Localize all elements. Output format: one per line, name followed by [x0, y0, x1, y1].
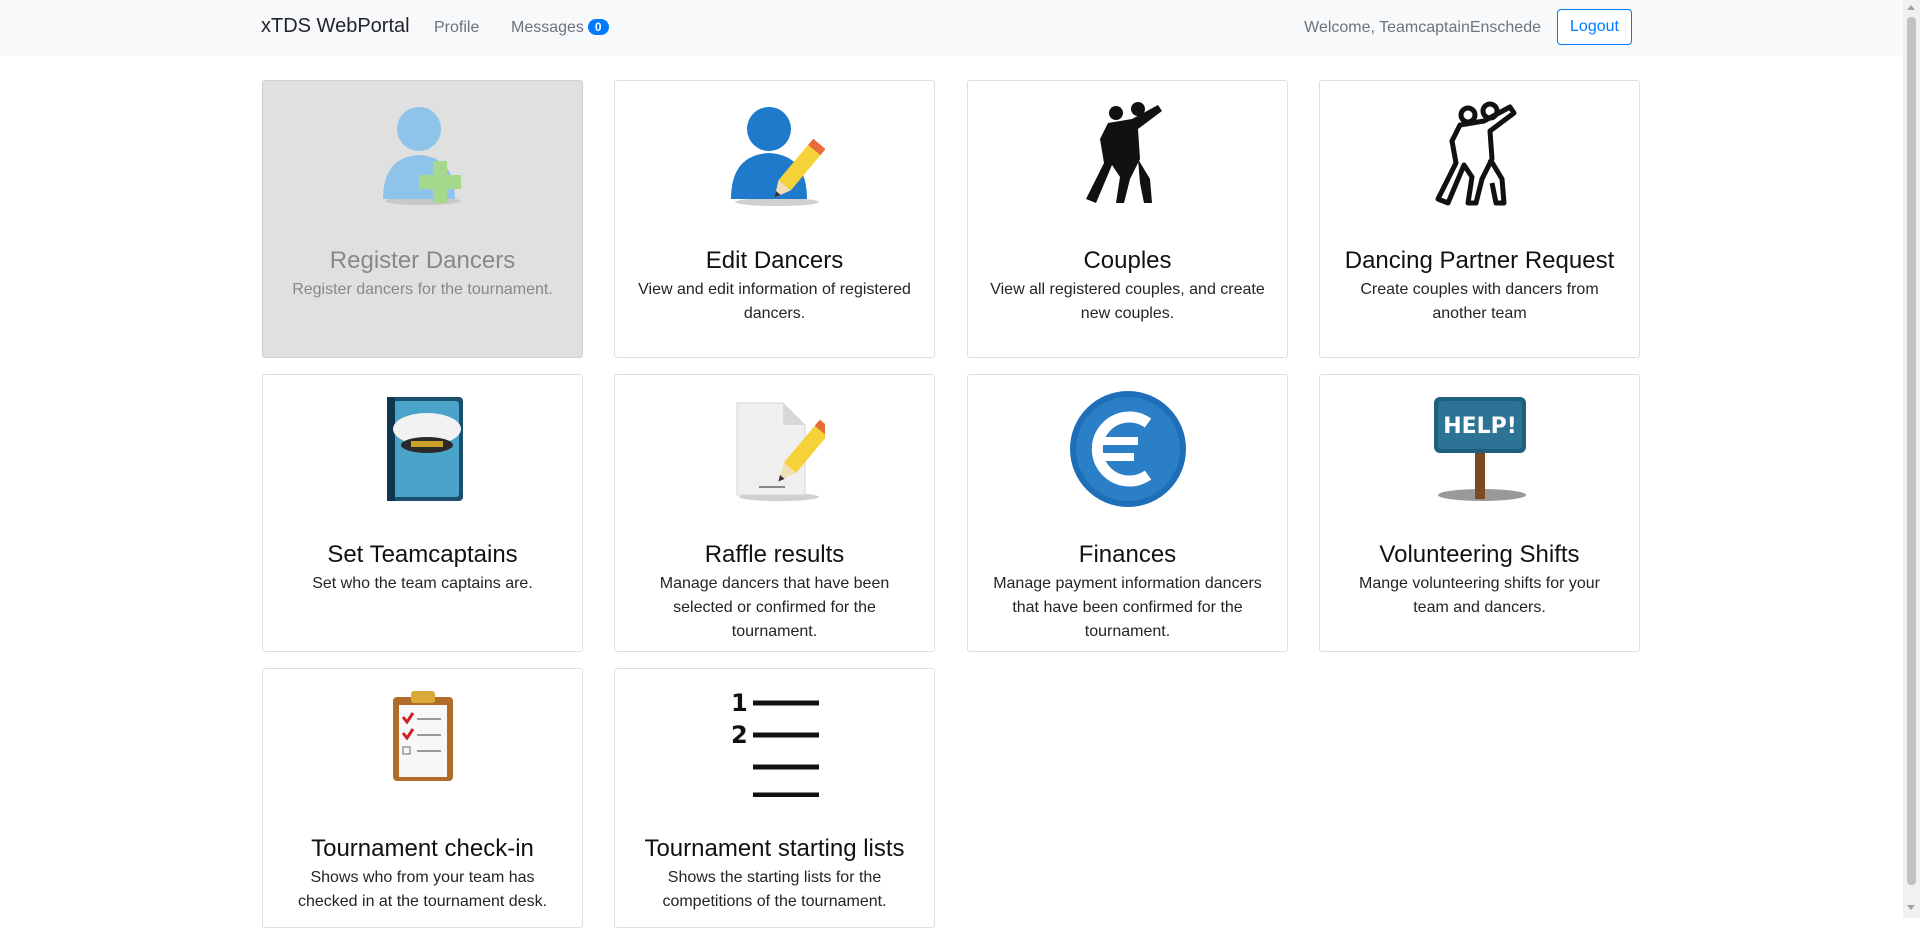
card-text: Shows the starting lists for the competi… — [662, 869, 887, 910]
card-title: Volunteering Shifts — [1379, 541, 1580, 568]
user-add-icon — [373, 99, 473, 209]
card-text: Create couples with dancers from another… — [1360, 281, 1599, 322]
card-volunteering-shifts[interactable]: HELP! Volunteering Shifts Mange voluntee… — [1319, 374, 1640, 652]
clipboard-checklist-icon — [373, 687, 473, 797]
card-tournament-check-in[interactable]: Tournament check-in Shows who from your … — [262, 668, 583, 928]
scroll-up-arrow-icon[interactable] — [1907, 5, 1915, 10]
card-text: Shows who from your team has checked in … — [297, 869, 548, 910]
card-text: Register dancers for the tournament. — [292, 281, 553, 298]
messages-count-badge: 0 — [587, 19, 609, 35]
dancing-couple-outline-icon — [1430, 99, 1530, 209]
card-title: Set Teamcaptains — [327, 541, 518, 568]
user-edit-icon — [725, 99, 826, 209]
card-tournament-starting-lists[interactable]: 1 2 Tournament starting lists Shows the … — [614, 668, 935, 928]
captain-hat-book-icon — [373, 393, 473, 503]
scroll-down-arrow-icon[interactable] — [1907, 905, 1915, 910]
dancing-couple-icon — [1078, 99, 1178, 209]
help-sign-icon: HELP! — [1430, 393, 1530, 503]
svg-text:2: 2 — [731, 721, 748, 749]
card-title: Dancing Partner Request — [1344, 247, 1615, 274]
card-title: Raffle results — [704, 541, 845, 568]
document-edit-icon — [725, 393, 833, 503]
numbered-list-icon: 1 2 — [725, 687, 825, 798]
nav-profile-link[interactable]: Profile — [434, 19, 479, 37]
card-dancing-partner-request[interactable]: Dancing Partner Request Create couples w… — [1319, 80, 1640, 358]
scrollbar-thumb[interactable] — [1907, 17, 1916, 885]
welcome-text: Welcome, TeamcaptainEnschede — [1304, 19, 1541, 36]
card-title: Tournament check-in — [311, 835, 534, 862]
card-title: Register Dancers — [329, 247, 516, 274]
card-text: View all registered couples, and create … — [990, 281, 1265, 322]
card-title: Tournament starting lists — [644, 835, 905, 862]
card-text: Manage dancers that have been selected o… — [659, 575, 890, 640]
navbar: xTDS WebPortal Profile Messages 0 Welcome… — [0, 0, 1903, 56]
euro-icon — [1070, 391, 1186, 507]
card-finances[interactable]: Finances Manage payment information danc… — [967, 374, 1288, 652]
card-title: Couples — [1083, 247, 1172, 274]
nav-messages-label: Messages — [511, 19, 584, 36]
brand-link[interactable]: xTDS WebPortal — [261, 15, 410, 38]
card-title: Finances — [1078, 541, 1177, 568]
card-raffle-results[interactable]: Raffle results Manage dancers that have … — [614, 374, 935, 652]
card-title: Edit Dancers — [705, 247, 844, 274]
svg-text:1: 1 — [731, 689, 748, 717]
card-couples[interactable]: Couples View all registered couples, and… — [967, 80, 1288, 358]
logout-button[interactable]: Logout — [1557, 9, 1632, 45]
card-text: View and edit information of registered … — [638, 281, 911, 322]
svg-text:HELP!: HELP! — [1443, 414, 1517, 439]
card-text: Set who the team captains are. — [312, 575, 533, 592]
nav-messages-link[interactable]: Messages 0 — [511, 19, 609, 37]
card-register-dancers[interactable]: Register Dancers Register dancers for th… — [262, 80, 583, 358]
card-set-teamcaptains[interactable]: Set Teamcaptains Set who the team captai… — [262, 374, 583, 652]
card-edit-dancers[interactable]: Edit Dancers View and edit information o… — [614, 80, 935, 358]
card-text: Mange volunteering shifts for your team … — [1358, 575, 1600, 616]
card-text: Manage payment information dancers that … — [993, 575, 1262, 640]
vertical-scrollbar[interactable] — [1903, 0, 1920, 918]
